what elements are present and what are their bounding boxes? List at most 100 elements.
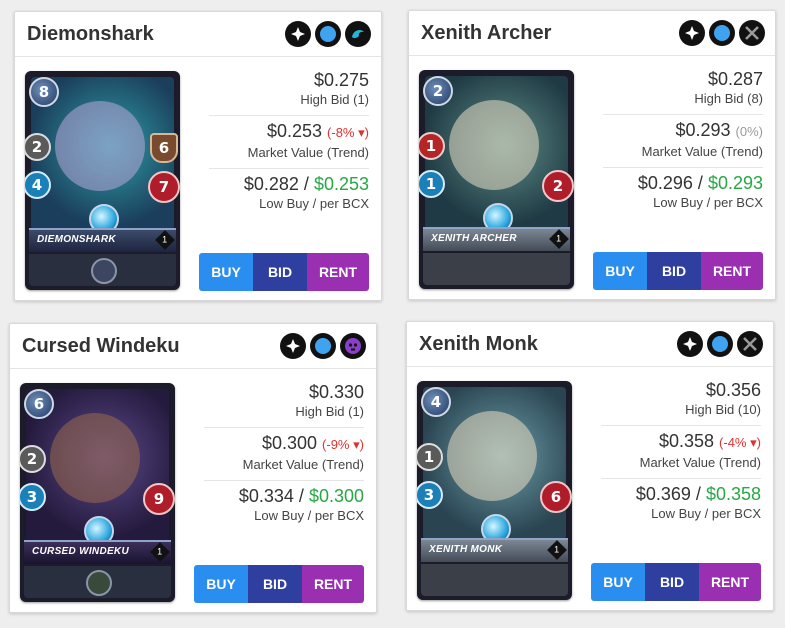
card-footer: [423, 253, 570, 285]
water-splash-icon: [677, 331, 703, 357]
market-value-row: $0.358 (-4% ▾) Market Value (Trend): [601, 426, 761, 479]
rent-button[interactable]: RENT: [699, 563, 761, 601]
high-bid-value: $0.356: [705, 380, 761, 400]
ability-icon: [86, 570, 112, 596]
card-body: DIEMONSHARK 1 8 2 4 6 7 $0.275 High Bid …: [15, 57, 381, 300]
card-art-name: CURSED WINDEKU: [32, 546, 129, 557]
price-panel: $0.287 High Bid (8) $0.293 (0%) Market V…: [603, 64, 763, 218]
health-stat: 7: [148, 171, 180, 203]
trend-indicator: (0%): [735, 124, 763, 139]
card-header: Xenith Archer: [409, 11, 775, 56]
card-body: XENITH ARCHER 1 2 1 1 2 $0.287 High Bid …: [409, 56, 775, 299]
wave-icon: [345, 21, 371, 47]
low-buy-row: $0.296 / $0.293 Low Buy / per BCX: [603, 168, 763, 218]
card-art-name: DIEMONSHARK: [37, 234, 116, 245]
health-stat: 6: [540, 481, 572, 513]
card-artwork[interactable]: XENITH MONK 1 4 1 3 6: [417, 381, 572, 600]
card-artwork[interactable]: XENITH ARCHER 1 2 1 1 2: [419, 70, 574, 289]
buy-button[interactable]: BUY: [199, 253, 253, 291]
mana-stat: 4: [421, 387, 451, 417]
card-art-name: XENITH ARCHER: [431, 233, 517, 244]
crossed-swords-icon: [739, 20, 765, 46]
trend-indicator: (-4% ▾): [719, 435, 761, 450]
market-value-label: Market Value (Trend): [639, 455, 761, 470]
high-bid-label: High Bid (1): [295, 404, 364, 419]
card-body: CURSED WINDEKU 1 6 2 3 9 $0.330 High Bid…: [10, 369, 376, 612]
card-artwork[interactable]: CURSED WINDEKU 1 6 2 3 9: [20, 383, 175, 602]
high-bid-label: High Bid (10): [685, 402, 761, 417]
card-title[interactable]: Xenith Monk: [419, 333, 538, 356]
card-footer: [29, 254, 176, 286]
listing-card-xenith-monk: Xenith Monk XENITH MONK 1 4 1 3 6 $0.356…: [406, 321, 774, 611]
name-plate: XENITH MONK 1: [421, 538, 568, 562]
low-buy-row: $0.334 / $0.300 Low Buy / per BCX: [204, 481, 364, 531]
water-splash-icon: [679, 20, 705, 46]
price-separator: /: [298, 174, 314, 194]
action-buttons: BUY BID RENT: [194, 565, 364, 603]
buy-button[interactable]: BUY: [194, 565, 248, 603]
market-value: $0.293: [675, 120, 731, 140]
crossed-swords-icon: [737, 331, 763, 357]
water-splash-icon: [285, 21, 311, 47]
card-art-name: XENITH MONK: [429, 544, 503, 555]
monster-figure: [449, 100, 539, 190]
monster-figure: [55, 101, 145, 191]
listing-card-xenith-archer: Xenith Archer XENITH ARCHER 1 2 1 1 2 $0…: [408, 10, 776, 300]
name-plate: XENITH ARCHER 1: [423, 227, 570, 251]
card-artwork[interactable]: DIEMONSHARK 1 8 2 4 6 7: [25, 71, 180, 290]
per-bcx-value: $0.358: [705, 484, 761, 504]
blue-element-icon: [707, 331, 733, 357]
buy-button[interactable]: BUY: [593, 252, 647, 290]
market-value: $0.300: [261, 433, 318, 453]
high-bid-value: $0.330: [308, 382, 364, 402]
listing-card-cursed-windeku: Cursed Windeku CURSED WINDEKU 1 6 2 3 9 …: [9, 323, 377, 613]
bid-button[interactable]: BID: [647, 252, 701, 290]
blue-element-icon: [709, 20, 735, 46]
low-buy-value: $0.334: [238, 486, 294, 506]
action-buttons: BUY BID RENT: [591, 563, 761, 601]
low-buy-label: Low Buy / per BCX: [653, 195, 763, 210]
high-bid-value: $0.287: [707, 69, 763, 89]
price-panel: $0.330 High Bid (1) $0.300 (-9% ▾) Marke…: [204, 377, 364, 531]
level-badge: 1: [549, 229, 569, 249]
health-stat: 9: [143, 483, 175, 515]
market-value-row: $0.300 (-9% ▾) Market Value (Trend): [204, 428, 364, 481]
high-bid-row: $0.330 High Bid (1): [204, 377, 364, 428]
card-footer: [421, 564, 568, 596]
card-title[interactable]: Cursed Windeku: [22, 335, 180, 358]
monster-figure: [50, 413, 140, 503]
armor-stat: 6: [150, 133, 178, 163]
high-bid-row: $0.275 High Bid (1): [209, 65, 369, 116]
water-splash-icon: [280, 333, 306, 359]
mana-stat: 6: [24, 389, 54, 419]
price-separator: /: [293, 486, 309, 506]
card-header: Diemonshark: [15, 12, 381, 57]
bid-button[interactable]: BID: [253, 253, 307, 291]
low-buy-value: $0.296: [637, 173, 693, 193]
card-title[interactable]: Xenith Archer: [421, 22, 551, 45]
rent-button[interactable]: RENT: [302, 565, 364, 603]
rent-button[interactable]: RENT: [307, 253, 369, 291]
rent-button[interactable]: RENT: [701, 252, 763, 290]
low-buy-row: $0.369 / $0.358 Low Buy / per BCX: [601, 479, 761, 529]
low-buy-value: $0.369: [635, 484, 691, 504]
action-buttons: BUY BID RENT: [199, 253, 369, 291]
element-icons: [280, 333, 366, 359]
skull-icon: [340, 333, 366, 359]
per-bcx-value: $0.300: [308, 486, 364, 506]
level-badge: 1: [150, 542, 170, 562]
price-separator: /: [692, 173, 708, 193]
buy-button[interactable]: BUY: [591, 563, 645, 601]
price-panel: $0.356 High Bid (10) $0.358 (-4% ▾) Mark…: [601, 375, 761, 529]
bid-button[interactable]: BID: [645, 563, 699, 601]
high-bid-row: $0.356 High Bid (10): [601, 375, 761, 426]
market-value-label: Market Value (Trend): [247, 145, 369, 160]
bid-button[interactable]: BID: [248, 565, 302, 603]
price-separator: /: [690, 484, 706, 504]
card-title[interactable]: Diemonshark: [27, 23, 154, 46]
low-buy-label: Low Buy / per BCX: [259, 196, 369, 211]
high-bid-label: High Bid (8): [694, 91, 763, 106]
market-value: $0.358: [658, 431, 715, 451]
name-plate: CURSED WINDEKU 1: [24, 540, 171, 564]
market-value: $0.253: [266, 121, 323, 141]
